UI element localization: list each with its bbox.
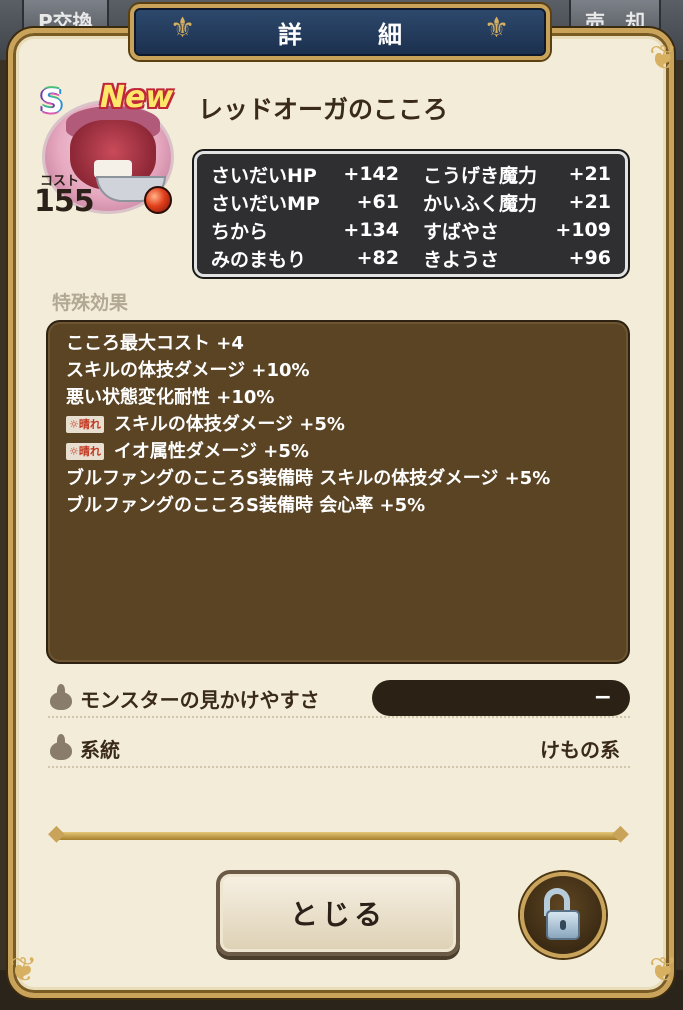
droplet-bullet-icon (48, 734, 74, 762)
fleur-de-lis-icon: ⚜ (170, 11, 196, 44)
stat-label: すばやさ (423, 220, 500, 243)
effect-text: 悪い状態変化耐性 +10% (66, 387, 275, 408)
stat-label: さいだいMP (211, 192, 320, 215)
effect-item: ☼晴れ スキルの体技ダメージ +5% (66, 411, 610, 438)
stat-label: みのまもり (211, 248, 307, 271)
visibility-selector[interactable]: − (372, 680, 630, 716)
effect-item: ブルファングのこころS装備時 会心率 +5% (66, 492, 610, 519)
corner-ornament-icon: ❦ (649, 38, 678, 78)
stat-value: +109 (555, 219, 611, 241)
stat-value: +96 (568, 247, 611, 269)
stat-value: +142 (343, 163, 399, 185)
ornamental-divider (56, 832, 624, 840)
dialog-title-text: 詳 細 (278, 20, 428, 49)
special-effects-heading: 特殊効果 (52, 292, 129, 314)
stat-row: みのまもり +82 (211, 244, 399, 272)
stat-row: ちから +134 (211, 216, 399, 244)
stat-row: さいだいMP +61 (211, 188, 399, 216)
keyhole (560, 920, 566, 930)
stat-label: ちから (211, 220, 269, 243)
type-row: 系統 けもの系 (48, 730, 630, 768)
stat-value: +82 (356, 247, 399, 269)
special-effects-box: こころ最大コスト +4 スキルの体技ダメージ +10% 悪い状態変化耐性 +10… (46, 320, 630, 664)
sunny-weather-tag: ☼晴れ (66, 416, 104, 433)
effect-text: スキルの体技ダメージ +10% (66, 360, 310, 381)
stat-value: +21 (568, 163, 611, 185)
stat-value: +134 (343, 219, 399, 241)
stat-row: さいだいHP +142 (211, 160, 399, 188)
droplet-bullet-icon (48, 684, 74, 712)
stat-row: きようさ +96 (423, 244, 611, 272)
close-button[interactable]: とじる (216, 870, 460, 956)
effect-text: こころ最大コスト +4 (66, 333, 244, 354)
effect-item: スキルの体技ダメージ +10% (66, 357, 610, 384)
stats-panel: さいだいHP +142 こうげき魔力 +21 さいだいMP +61 かいふく魔力 +21… (194, 151, 628, 277)
stat-value: +21 (568, 191, 611, 213)
cost-value: 155 (34, 184, 95, 219)
stat-label: こうげき魔力 (423, 164, 538, 187)
type-value: けもの系 (540, 737, 620, 762)
effect-text: ブルファングのこころS装備時 スキルの体技ダメージ +5% (66, 468, 551, 489)
lock-toggle-button[interactable] (520, 872, 606, 958)
effect-text: ブルファングのこころS装備時 会心率 +5% (66, 495, 426, 516)
stat-row: すばやさ +109 (423, 216, 611, 244)
monster-name: レッドオーガのこころ (198, 95, 449, 124)
heart-color-orb-icon (144, 186, 172, 214)
effect-item: ブルファングのこころS装備時 スキルの体技ダメージ +5% (66, 465, 566, 492)
corner-ornament-icon: ❦ (9, 950, 38, 990)
divider-end-ornament-icon: ◆ (48, 821, 65, 846)
stat-label: さいだいHP (211, 164, 317, 187)
stat-row: かいふく魔力 +21 (423, 188, 611, 216)
stat-value: +61 (356, 191, 399, 213)
sunny-weather-tag: ☼晴れ (66, 443, 104, 460)
visibility-value: − (593, 685, 612, 710)
effect-text: イオ属性ダメージ +5% (113, 441, 309, 462)
stat-label: かいふく魔力 (423, 192, 538, 215)
close-button-label: とじる (289, 898, 386, 931)
effect-item: 悪い状態変化耐性 +10% (66, 384, 610, 411)
stat-label: きようさ (423, 248, 500, 271)
new-badge: New (100, 80, 174, 115)
effect-item: ☼晴れ イオ属性ダメージ +5% (66, 438, 610, 465)
visibility-row: モンスターの見かけやすさ − (48, 680, 630, 718)
fleur-de-lis-icon: ⚜ (484, 11, 510, 44)
effect-text: スキルの体技ダメージ +5% (113, 414, 345, 435)
corner-ornament-icon: ❦ (649, 950, 678, 990)
rank-badge: S (40, 82, 64, 120)
effect-item: こころ最大コスト +4 (66, 330, 610, 357)
stat-row: こうげき魔力 +21 (423, 160, 611, 188)
visibility-label: モンスターの見かけやすさ (80, 687, 320, 712)
divider-end-ornament-icon: ◆ (612, 821, 629, 846)
type-label: 系統 (80, 737, 120, 762)
